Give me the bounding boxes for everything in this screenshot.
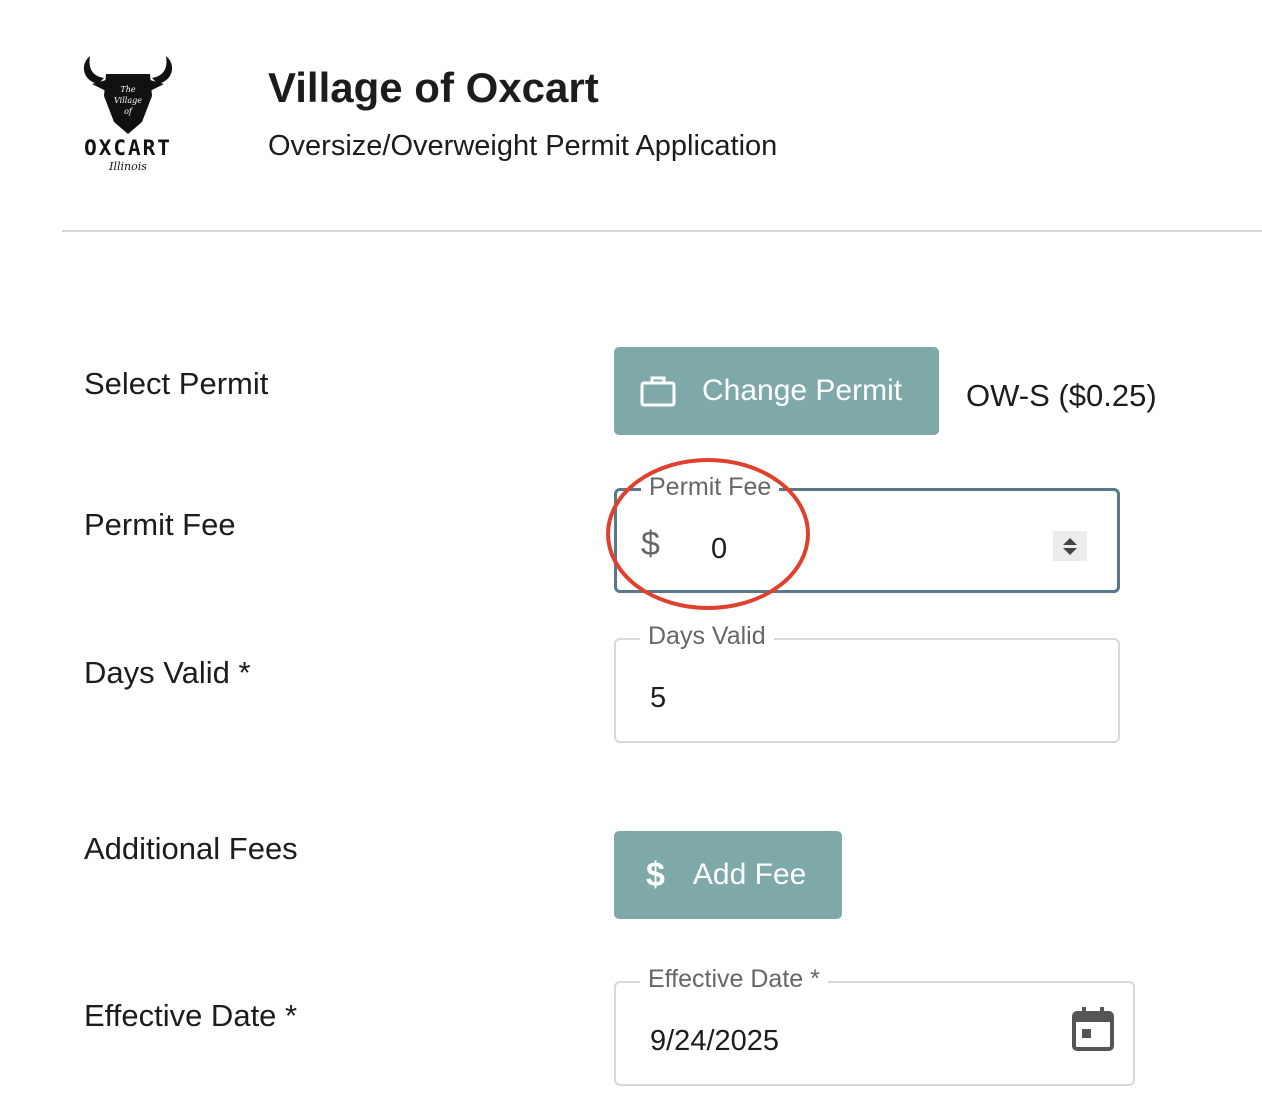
selected-permit-code: OW-S ($0.25) [966, 378, 1157, 413]
change-permit-button[interactable]: Change Permit [614, 347, 939, 435]
permit-fee-value: 0 [711, 533, 728, 565]
days-valid-input[interactable]: Days Valid 5 [614, 622, 1120, 743]
permit-fee-legend: Permit Fee [641, 473, 780, 502]
effective-date-value: 9/24/2025 [650, 1025, 780, 1057]
days-valid-label: Days Valid * [84, 655, 251, 690]
select-permit-label: Select Permit [84, 366, 269, 401]
page-title: Village of Oxcart [268, 64, 599, 111]
additional-fees-label: Additional Fees [84, 831, 298, 866]
logo-wordmark: OXCART [84, 136, 172, 160]
days-valid-value: 5 [650, 682, 667, 714]
add-fee-label: Add Fee [692, 858, 807, 891]
increment-arrow-icon[interactable] [1063, 537, 1077, 545]
bull-head-icon: The Village of [83, 56, 173, 134]
change-permit-label: Change Permit [702, 374, 903, 407]
effective-date-label: Effective Date * [84, 998, 298, 1033]
permit-application-page: The Village of OXCART Illinois Village o… [0, 0, 1262, 1104]
permit-fee-input[interactable]: Permit Fee $ 0 [614, 473, 1120, 593]
decrement-arrow-icon[interactable] [1063, 547, 1077, 555]
svg-text:The: The [120, 85, 135, 94]
dollar-prefix-icon: $ [641, 525, 660, 563]
logo-subtext: Illinois [109, 160, 147, 173]
briefcase-icon [640, 375, 676, 407]
effective-date-input[interactable]: Effective Date * 9/24/2025 [614, 965, 1135, 1086]
number-spinner[interactable] [1053, 531, 1087, 561]
calendar-icon[interactable] [1072, 1007, 1114, 1056]
dollar-icon: $ [646, 855, 665, 894]
add-fee-button[interactable]: $ Add Fee [614, 831, 842, 919]
page-subtitle: Oversize/Overweight Permit Application [268, 130, 778, 162]
effective-date-legend: Effective Date * [640, 965, 828, 994]
header-divider [62, 230, 1262, 232]
svg-text:Village: Village [114, 96, 142, 105]
oxcart-logo: The Village of OXCART Illinois [62, 50, 194, 178]
permit-fee-label: Permit Fee [84, 507, 236, 542]
days-valid-legend: Days Valid [640, 622, 774, 651]
